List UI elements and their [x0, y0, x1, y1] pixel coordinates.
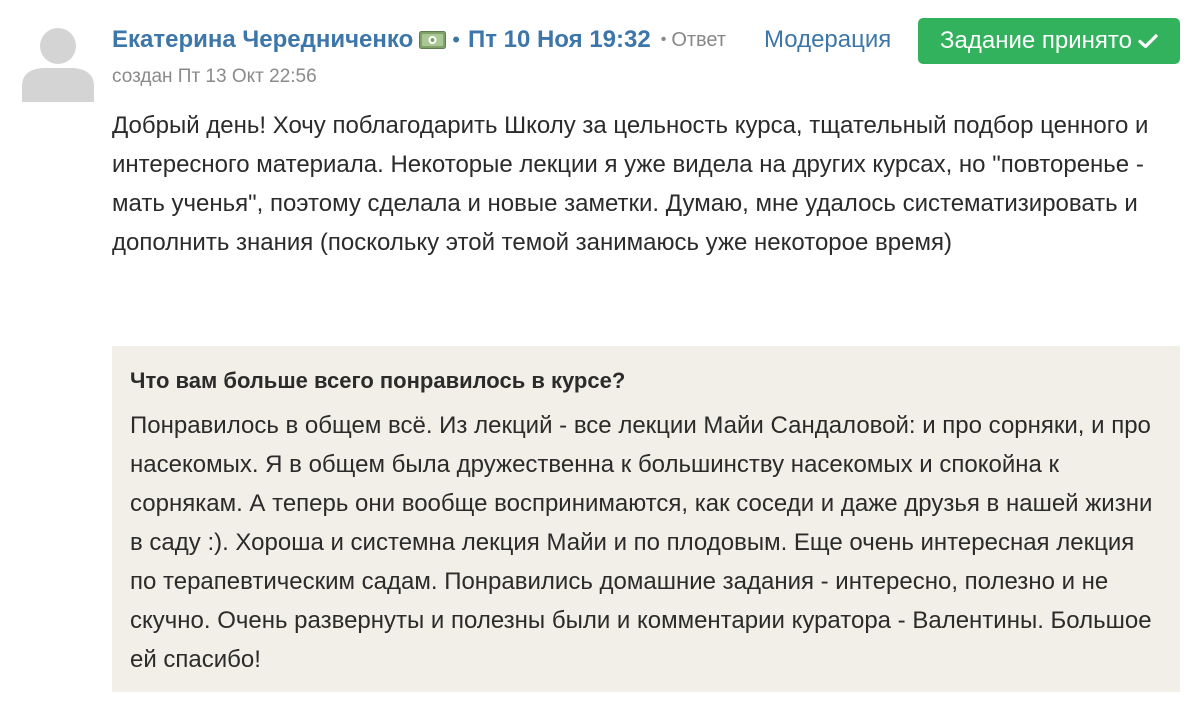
task-accepted-label: Задание принято: [940, 27, 1132, 54]
separator-dot: •: [660, 31, 667, 48]
author-name[interactable]: Екатерина Чередниченко: [112, 26, 413, 54]
answer-box: Что вам больше всего понравилось в курсе…: [112, 346, 1180, 692]
answer-text: Понравилось в общем всё. Из лекций - все…: [130, 412, 1153, 673]
check-icon: [1138, 34, 1158, 49]
comment-body: Добрый день! Хочу поблагодарить Школу за…: [112, 112, 1149, 256]
separator-dot: •: [452, 27, 460, 52]
post-date[interactable]: Пт 10 Ноя 19:32: [468, 26, 651, 54]
comment-header: Екатерина Чередниченко • Пт 10 Ноя 19:32…: [112, 20, 726, 60]
comment: Екатерина Чередниченко • Пт 10 Ноя 19:32…: [0, 0, 1200, 703]
answer-question: Что вам больше всего понравилось в курсе…: [130, 368, 626, 393]
avatar-placeholder-icon[interactable]: [22, 22, 94, 102]
money-icon: [419, 31, 447, 49]
moderation-link[interactable]: Модерация: [764, 26, 891, 54]
reply-label: Ответ: [671, 28, 727, 51]
task-accepted-button[interactable]: Задание принято: [918, 18, 1180, 64]
created-timestamp: создан Пт 13 Окт 22:56: [112, 66, 317, 87]
